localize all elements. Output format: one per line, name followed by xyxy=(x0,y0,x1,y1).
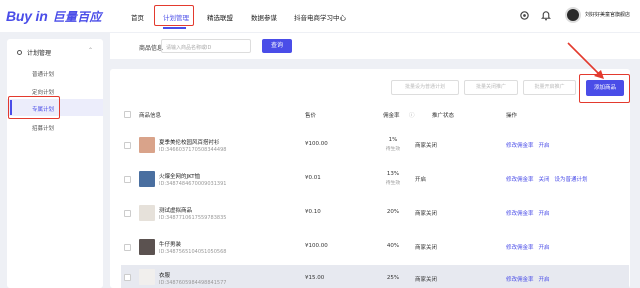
product-id: ID:3466037170508344498 xyxy=(159,147,227,153)
product-id: ID:3487484670009031391 xyxy=(159,181,227,187)
product-thumbnail[interactable] xyxy=(139,171,155,187)
row-actions: 修改佣金率 开启 xyxy=(506,209,555,217)
nav-selected-alliance[interactable]: 精选联盟 xyxy=(207,12,233,22)
product-id: ID:3487565104051050568 xyxy=(159,249,227,255)
query-button[interactable]: 查询 xyxy=(262,39,292,53)
table-row: 火爆全网的JKT恤 ID:3487484670009031391 ¥0.01 1… xyxy=(121,163,629,197)
product-price: ¥0.10 xyxy=(305,209,321,215)
annotation-box-nav xyxy=(154,5,194,26)
product-name[interactable]: 测试虚拟商品 xyxy=(159,206,192,214)
commission-rate: 25% xyxy=(386,275,400,281)
table-row: 牛仔男装 ID:3487565104051050568 ¥100.00 40% … xyxy=(121,231,629,265)
row-checkbox[interactable] xyxy=(124,244,131,251)
product-price: ¥15.00 xyxy=(305,275,325,281)
commission-rate: 13% xyxy=(386,171,400,177)
table-row: 衣服 ID:3487605984498841577 ¥15.00 25% 商家关… xyxy=(121,265,629,288)
enable-link[interactable]: 开启 xyxy=(539,245,550,251)
logo-cn: 巨量百应 xyxy=(52,9,102,24)
annotation-box-sidebar xyxy=(8,96,60,119)
product-thumbnail[interactable] xyxy=(139,239,155,255)
top-bar: Buy in 巨量百应 首页 计划管理 精选联盟 数据参谋 抖音电商学习中心 刘… xyxy=(0,0,640,32)
info-icon: ⓘ xyxy=(409,113,415,119)
row-actions: 修改佣金率 开启 xyxy=(506,243,555,251)
product-id: ID:3487710617559783835 xyxy=(159,215,227,221)
sidebar-item-directed-plan[interactable]: 定向计划 xyxy=(32,88,54,96)
row-actions: 修改佣金率 关闭 设为普通计划 xyxy=(506,175,593,183)
column-header-product: 商品信息 xyxy=(139,113,162,119)
logo[interactable]: Buy in 巨量百应 xyxy=(6,6,102,26)
product-thumbnail[interactable] xyxy=(139,137,155,153)
product-name[interactable]: 夏季美伦校园风百搭衬衫 xyxy=(159,138,220,146)
promo-status: 商家关闭 xyxy=(415,245,438,251)
product-name[interactable]: 火爆全网的JKT恤 xyxy=(159,172,200,180)
edit-commission-link[interactable]: 修改佣金率 xyxy=(506,245,534,251)
plan-icon xyxy=(17,50,22,55)
product-price: ¥100.00 xyxy=(305,243,328,249)
table-row: 夏季美伦校园风百搭衬衫 ID:3466037170508344498 ¥100.… xyxy=(121,129,629,163)
edit-commission-link[interactable]: 修改佣金率 xyxy=(506,177,534,183)
sidebar-item-recruit-plan[interactable]: 招募计划 xyxy=(32,124,54,132)
commission-note: 待生效 xyxy=(385,147,401,152)
promo-status: 商家关闭 xyxy=(415,211,438,217)
product-price: ¥0.01 xyxy=(305,175,321,181)
table-row: 测试虚拟商品 ID:3487710617559783835 ¥0.10 20% … xyxy=(121,197,629,231)
commission-rate: 1% xyxy=(388,137,398,143)
column-header-status: 推广状态 xyxy=(432,113,455,119)
edit-commission-link[interactable]: 修改佣金率 xyxy=(506,277,534,283)
chevron-up-icon[interactable]: ⌃ xyxy=(88,47,93,54)
promo-status: 商家关闭 xyxy=(415,277,438,283)
promo-status: 商家关闭 xyxy=(415,143,438,149)
product-id: ID:3487605984498841577 xyxy=(159,280,227,286)
product-price: ¥100.00 xyxy=(305,141,328,147)
settings-icon[interactable] xyxy=(518,9,530,21)
avatar[interactable] xyxy=(565,7,581,23)
user-name[interactable]: 刘好好美童官旗舰店 xyxy=(585,11,630,18)
product-name[interactable]: 牛仔男装 xyxy=(159,240,181,248)
sidebar-section-label: 计划管理 xyxy=(27,50,52,57)
disable-link[interactable]: 关闭 xyxy=(539,177,550,183)
commission-rate: 20% xyxy=(386,209,400,215)
set-normal-plan-link[interactable]: 设为普通计划 xyxy=(555,177,588,183)
annotation-arrow xyxy=(567,42,604,79)
bulk-set-normal-button[interactable]: 批量设为普通计划 xyxy=(391,80,459,95)
product-thumbnail[interactable] xyxy=(139,269,155,285)
product-search-input[interactable]: 请输入商品名称或ID xyxy=(161,39,251,53)
product-name[interactable]: 衣服 xyxy=(159,271,170,279)
commission-note: 待生效 xyxy=(385,181,401,186)
commission-rate: 40% xyxy=(386,243,400,249)
sidebar-section-plan-management[interactable]: 计划管理 xyxy=(17,48,51,57)
bulk-close-promo-button[interactable]: 批量关闭推广 xyxy=(464,80,518,95)
bell-icon[interactable] xyxy=(540,9,552,21)
logo-en: Buy in xyxy=(6,8,48,24)
row-actions: 修改佣金率 开启 xyxy=(506,275,555,283)
product-thumbnail[interactable] xyxy=(139,205,155,221)
nav-home[interactable]: 首页 xyxy=(131,12,144,22)
enable-link[interactable]: 开启 xyxy=(539,211,550,217)
promo-status: 开启 xyxy=(415,177,427,183)
filter-label: 商品信息 xyxy=(139,45,164,52)
row-checkbox[interactable] xyxy=(124,210,131,217)
row-checkbox[interactable] xyxy=(124,176,131,183)
nav-active-indicator xyxy=(163,27,186,29)
nav-data-advisor[interactable]: 数据参谋 xyxy=(251,12,277,22)
row-checkbox[interactable] xyxy=(124,142,131,149)
edit-commission-link[interactable]: 修改佣金率 xyxy=(506,143,534,149)
nav-learning-center[interactable]: 抖音电商学习中心 xyxy=(294,12,346,22)
sidebar-item-normal-plan[interactable]: 普通计划 xyxy=(32,70,54,78)
edit-commission-link[interactable]: 修改佣金率 xyxy=(506,211,534,217)
enable-link[interactable]: 开启 xyxy=(539,277,550,283)
column-header-commission: 佣金率 xyxy=(383,113,400,119)
column-header-price: 售价 xyxy=(305,113,317,119)
enable-link[interactable]: 开启 xyxy=(539,143,550,149)
sidebar: 计划管理 ⌃ 普通计划 定向计划 专属计划 招募计划 xyxy=(7,39,103,288)
column-header-actions: 操作 xyxy=(506,113,518,119)
select-all-checkbox[interactable] xyxy=(124,111,131,118)
row-checkbox[interactable] xyxy=(124,274,131,281)
row-actions: 修改佣金率 开启 xyxy=(506,141,555,149)
